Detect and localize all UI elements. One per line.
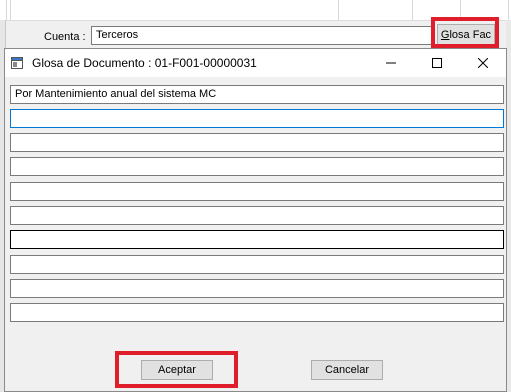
glosa-fac-button[interactable]: Glosa Fac: [437, 24, 495, 46]
glosa-dialog: Glosa de Documento : 01-F001-00000031 Po…: [4, 48, 507, 392]
glosa-line-1[interactable]: Por Mantenimiento anual del sistema MC: [10, 85, 504, 104]
cuenta-label: Cuenta :: [44, 31, 86, 43]
dialog-titlebar[interactable]: Glosa de Documento : 01-F001-00000031: [5, 49, 506, 77]
glosa-line-2[interactable]: [10, 109, 504, 128]
cancel-button[interactable]: Cancelar: [311, 360, 383, 380]
glosa-line-4[interactable]: [10, 157, 504, 176]
cuenta-field[interactable]: Terceros: [91, 26, 433, 45]
minimize-icon: [386, 62, 396, 64]
background-header-strip: [0, 0, 511, 21]
glosa-line-5[interactable]: [10, 182, 504, 201]
accept-button[interactable]: Aceptar: [141, 360, 213, 380]
glosa-line-9[interactable]: [10, 279, 504, 298]
background-grid-cell: [10, 0, 339, 20]
minimize-button[interactable]: [368, 49, 414, 77]
glosa-line-8[interactable]: [10, 255, 504, 274]
close-icon: [478, 58, 488, 68]
background-grid-cell: [338, 0, 413, 20]
app-window-icon: [11, 57, 23, 69]
glosa-line-7[interactable]: [10, 230, 504, 249]
glosa-line-6[interactable]: [10, 206, 504, 225]
glosa-line-3[interactable]: [10, 133, 504, 152]
glosa-line-10[interactable]: [10, 303, 504, 322]
dialog-title: Glosa de Documento : 01-F001-00000031: [32, 56, 257, 70]
maximize-button[interactable]: [414, 49, 460, 77]
background-grid-cell: [412, 0, 461, 20]
background-grid-cell: [460, 0, 509, 20]
maximize-icon: [432, 58, 442, 68]
close-button[interactable]: [460, 49, 506, 77]
glosa-fac-label: losa Fac: [449, 29, 492, 41]
